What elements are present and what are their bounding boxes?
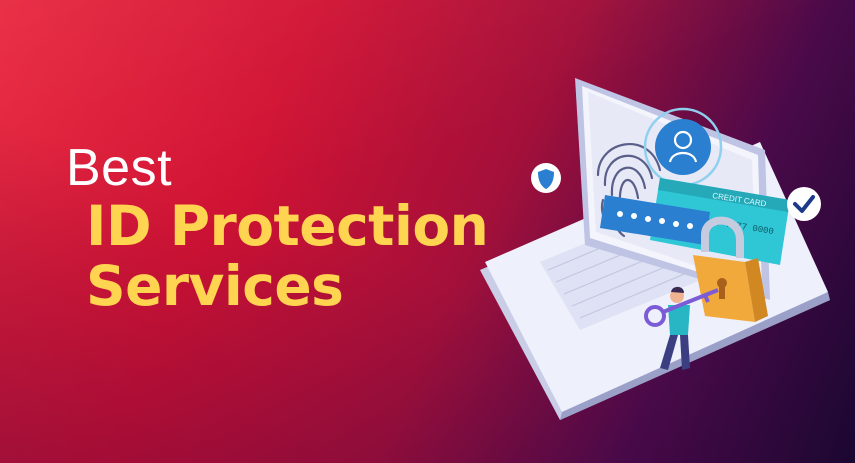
user-avatar-icon (643, 107, 723, 187)
laptop-illustration: CREDIT CARD 5745 7230 7277 0000 (480, 78, 830, 420)
hero-banner: Best ID Protection Services CREDIT CARD … (0, 0, 855, 463)
checkmark-badge-icon (787, 187, 821, 221)
shield-badge-icon (531, 163, 561, 193)
